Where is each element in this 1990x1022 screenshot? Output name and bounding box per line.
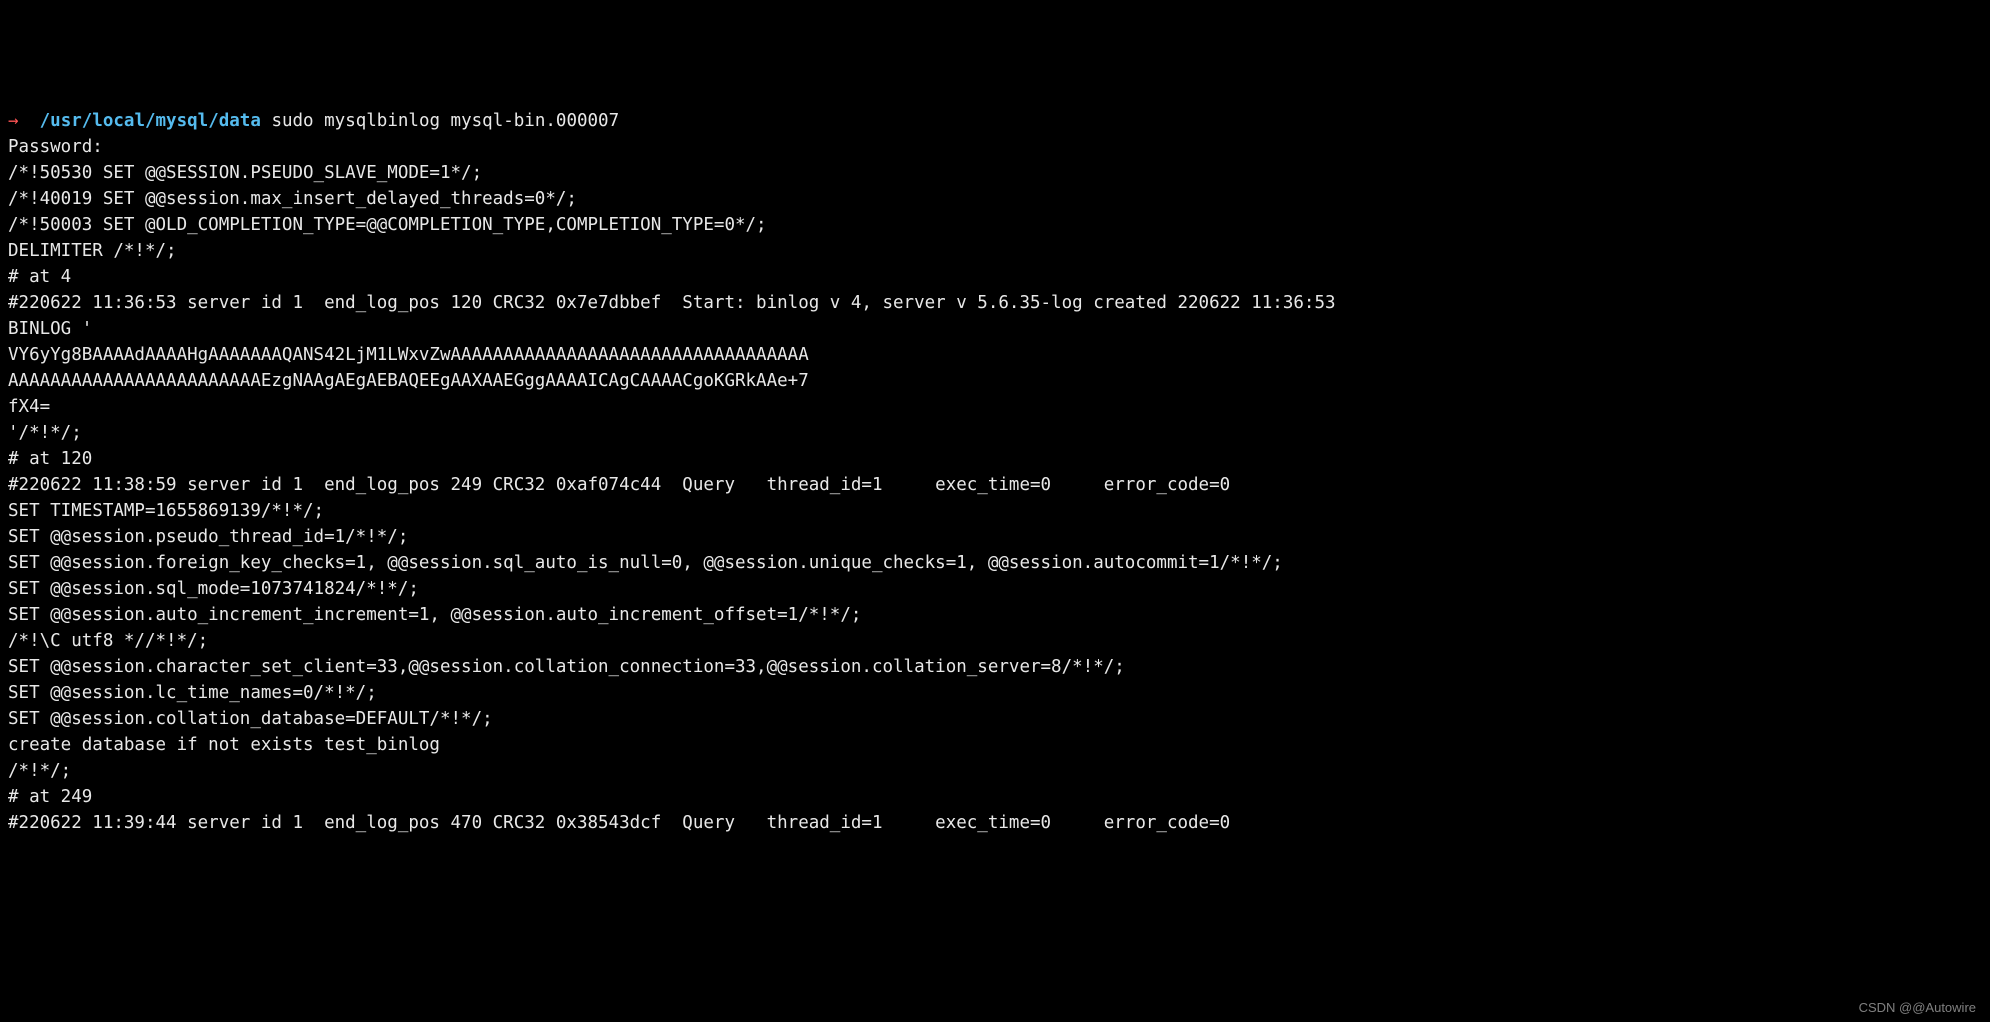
prompt-path: /usr/local/mysql/data: [40, 111, 261, 131]
output-line: SET @@session.lc_time_names=0/*!*/;: [8, 683, 377, 703]
terminal-output[interactable]: → /usr/local/mysql/data sudo mysqlbinlog…: [8, 108, 1982, 836]
output-line: BINLOG ': [8, 319, 92, 339]
output-line: SET @@session.auto_increment_increment=1…: [8, 605, 861, 625]
output-line: # at 249: [8, 787, 92, 807]
output-line: #220622 11:38:59 server id 1 end_log_pos…: [8, 475, 1230, 495]
output-line: SET @@session.sql_mode=1073741824/*!*/;: [8, 579, 419, 599]
output-line: SET @@session.collation_database=DEFAULT…: [8, 709, 493, 729]
prompt-command: sudo mysqlbinlog mysql-bin.000007: [271, 111, 619, 131]
prompt-arrow: →: [8, 111, 19, 131]
output-line: # at 120: [8, 449, 92, 469]
output-line: Password:: [8, 137, 103, 157]
watermark: CSDN @@Autowire: [1859, 1001, 1976, 1014]
output-line: DELIMITER /*!*/;: [8, 241, 177, 261]
output-line: /*!50003 SET @OLD_COMPLETION_TYPE=@@COMP…: [8, 215, 767, 235]
output-line: /*!*/;: [8, 761, 71, 781]
output-line: SET @@session.foreign_key_checks=1, @@se…: [8, 553, 1283, 573]
output-line: #220622 11:36:53 server id 1 end_log_pos…: [8, 293, 1336, 313]
output-line: AAAAAAAAAAAAAAAAAAAAAAAAEzgNAAgAEgAEBAQE…: [8, 371, 809, 391]
output-line: SET TIMESTAMP=1655869139/*!*/;: [8, 501, 324, 521]
output-line: /*!\C utf8 *//*!*/;: [8, 631, 208, 651]
output-line: VY6yYg8BAAAAdAAAAHgAAAAAAAQANS42LjM1LWxv…: [8, 345, 809, 365]
output-line: /*!40019 SET @@session.max_insert_delaye…: [8, 189, 577, 209]
output-line: create database if not exists test_binlo…: [8, 735, 440, 755]
output-line: fX4=: [8, 397, 50, 417]
output-line: /*!50530 SET @@SESSION.PSEUDO_SLAVE_MODE…: [8, 163, 482, 183]
output-line: # at 4: [8, 267, 71, 287]
output-line: #220622 11:39:44 server id 1 end_log_pos…: [8, 813, 1230, 833]
output-line: SET @@session.character_set_client=33,@@…: [8, 657, 1125, 677]
output-line: SET @@session.pseudo_thread_id=1/*!*/;: [8, 527, 408, 547]
output-line: '/*!*/;: [8, 423, 82, 443]
